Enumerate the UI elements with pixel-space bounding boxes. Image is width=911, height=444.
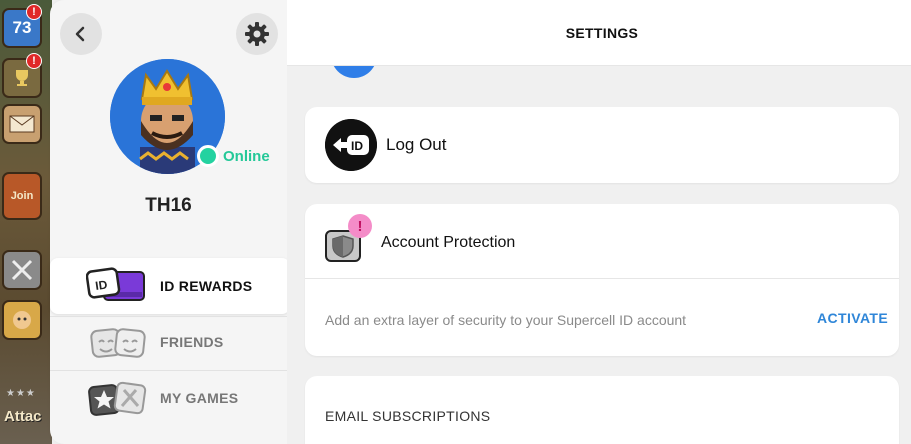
account-protection-card: ! Account Protection Add an extra layer … — [305, 204, 899, 356]
join-label: Join — [10, 190, 34, 202]
nav-item-friends[interactable]: FRIENDS — [50, 314, 287, 370]
crossed-swords-icon — [11, 259, 33, 281]
settings-header: SETTINGS — [287, 0, 911, 66]
player-name: TH16 — [145, 195, 192, 216]
my-games-icon — [88, 381, 147, 416]
trophy-notification-badge: ! — [26, 53, 42, 69]
settings-gear-button[interactable] — [236, 13, 278, 55]
friends-icon — [90, 328, 146, 358]
back-button[interactable] — [60, 13, 102, 55]
account-protection-label: Account Protection — [381, 234, 516, 251]
alert-badge: ! — [348, 214, 372, 238]
nav-label-id-rewards: ID REWARDS — [160, 278, 253, 294]
logout-icon-text: ID — [351, 139, 363, 153]
online-status-text: Online — [223, 148, 270, 165]
email-subscriptions-card[interactable]: EMAIL SUBSCRIPTIONS — [305, 376, 899, 444]
id-logout-icon: ID — [325, 119, 377, 171]
trophy-icon — [16, 70, 28, 86]
level-value: 73 — [12, 18, 32, 37]
online-status-dot — [197, 145, 219, 167]
nav-label-my-games: MY GAMES — [160, 390, 239, 406]
nav-item-my-games[interactable]: MY GAMES — [50, 370, 287, 426]
chevron-left-icon — [75, 26, 85, 42]
logout-label: Log Out — [386, 135, 447, 154]
email-subscriptions-label: EMAIL SUBSCRIPTIONS — [325, 408, 491, 424]
account-protection-description: Add an extra layer of security to your S… — [325, 312, 687, 328]
nav-label-friends: FRIENDS — [160, 334, 224, 350]
attack-label: Attac — [4, 408, 42, 425]
battle-button[interactable] — [2, 250, 42, 290]
join-clan-button[interactable]: Join — [2, 172, 42, 220]
activate-button[interactable]: ACTIVATE — [817, 310, 888, 326]
mail-icon — [9, 115, 35, 133]
card-divider — [305, 278, 899, 279]
builder-face-icon — [13, 311, 31, 329]
id-rewards-icon: ID — [86, 267, 145, 301]
profile-panel: Online TH16 ID ID REWARDS FRIENDS MY GAM… — [50, 0, 290, 444]
nav-item-id-rewards[interactable]: ID ID REWARDS — [50, 258, 290, 314]
game-stars-decoration: ★★★ — [6, 388, 36, 399]
game-background-sidebar: 73 ! ! Join ★★★ Attac — [0, 0, 52, 444]
mail-button[interactable] — [2, 104, 42, 144]
logout-card[interactable]: ID Log Out — [305, 107, 899, 183]
svg-text:ID: ID — [94, 277, 108, 293]
builder-button[interactable] — [2, 300, 42, 340]
gear-icon — [245, 22, 269, 46]
settings-main-area: SETTINGS ID Log Out ! Account Protection… — [287, 0, 911, 444]
level-notification-badge: ! — [26, 4, 42, 20]
page-title: SETTINGS — [565, 25, 639, 41]
